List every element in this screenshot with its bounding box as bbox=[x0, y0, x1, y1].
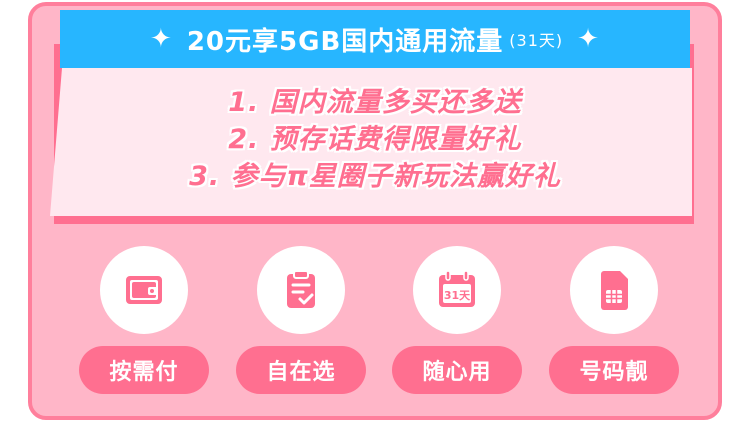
plan-title: 20元享5GB国内通用流量 bbox=[186, 26, 504, 57]
free-choice-button[interactable]: 自在选 bbox=[236, 346, 366, 394]
pay-on-demand-button[interactable]: 按需付 bbox=[79, 346, 209, 394]
clipboard-icon-circle bbox=[257, 246, 345, 334]
wallet-icon-circle bbox=[100, 246, 188, 334]
action-nice-number[interactable]: 号码靓 bbox=[549, 246, 679, 396]
feature-item: 1. 国内流量多买还多送 bbox=[228, 87, 522, 118]
sim-card-icon bbox=[601, 271, 628, 310]
calendar-icon: 31天 bbox=[439, 270, 475, 307]
feature-item: 3. 参与π星圈子新玩法赢好礼 bbox=[189, 161, 561, 192]
wallet-icon bbox=[126, 276, 162, 304]
action-free-choice[interactable]: 自在选 bbox=[236, 246, 366, 396]
feature-item: 2. 预存话费得限量好礼 bbox=[228, 124, 522, 155]
feature-list: 1. 国内流量多买还多送 2. 预存话费得限量好礼 3. 参与π星圈子新玩法赢好… bbox=[32, 84, 718, 195]
plan-duration: (31天) bbox=[509, 31, 564, 50]
action-pay-on-demand[interactable]: 按需付 bbox=[79, 246, 209, 396]
sim-icon-circle bbox=[570, 246, 658, 334]
action-use-freely[interactable]: 31天 随心用 bbox=[392, 246, 522, 396]
sparkle-icon: ✦ bbox=[577, 24, 600, 54]
clipboard-check-icon bbox=[287, 270, 315, 308]
use-freely-button[interactable]: 随心用 bbox=[392, 346, 522, 394]
nice-number-button[interactable]: 号码靓 bbox=[549, 346, 679, 394]
plan-title-bar: ✦ 20元享5GB国内通用流量 (31天) ✦ bbox=[60, 10, 690, 68]
promo-card: ✦ 20元享5GB国内通用流量 (31天) ✦ 1. 国内流量多买还多送 2. … bbox=[28, 2, 722, 420]
calendar-icon-circle: 31天 bbox=[413, 246, 501, 334]
calendar-day-text: 31天 bbox=[444, 289, 471, 302]
sparkle-icon: ✦ bbox=[150, 24, 173, 54]
